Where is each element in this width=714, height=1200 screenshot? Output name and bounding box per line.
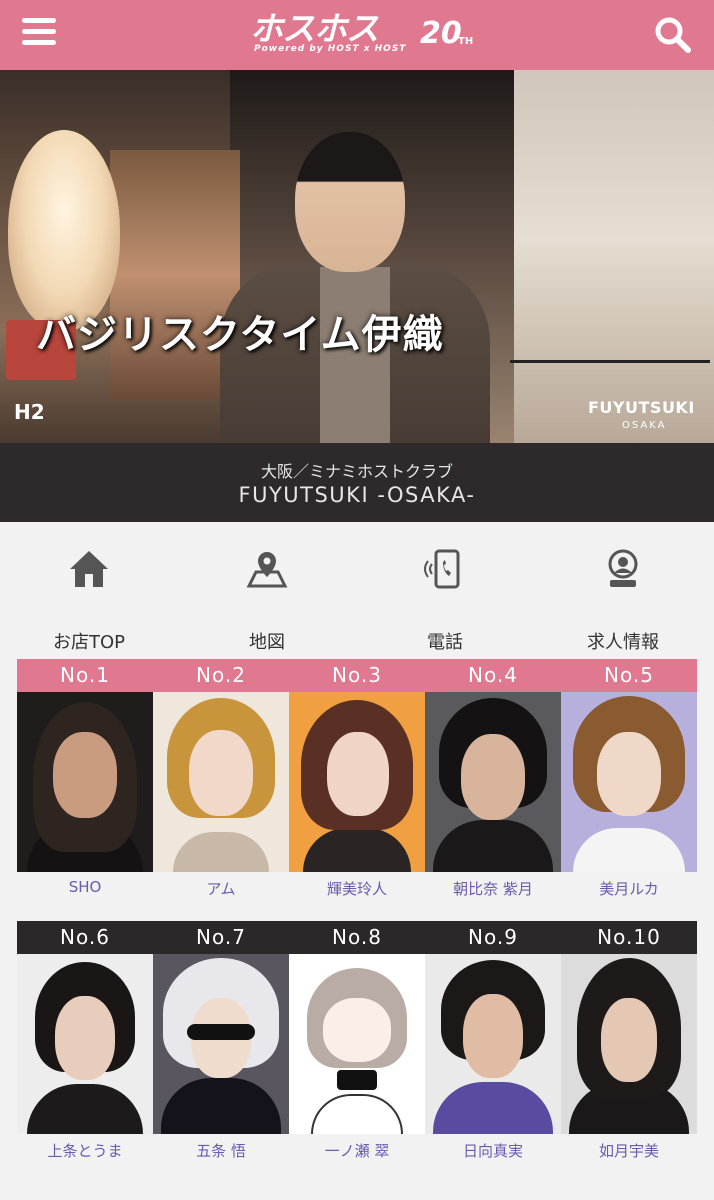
map-pin-icon	[246, 548, 288, 590]
hero-title: バジリスクタイム伊織	[36, 311, 444, 358]
host-name: 五条 悟	[196, 1142, 246, 1160]
logo-subtitle: Powered by HOST x HOST	[254, 44, 407, 54]
host-photo	[289, 692, 425, 872]
host-name: アム	[206, 880, 236, 898]
rank-number: No.6	[17, 921, 153, 954]
hero-brand-logo: FUYUTSUKI	[588, 398, 695, 417]
hero-corner-mark: H2	[14, 400, 45, 424]
rank-number: No.1	[17, 659, 153, 692]
ranking-card[interactable]: No.8 一ノ瀬 翠	[289, 921, 425, 1171]
nav-recruit[interactable]: 求人情報	[534, 544, 712, 653]
search-icon[interactable]	[652, 14, 694, 56]
logo-text: ホスホス	[250, 9, 379, 48]
ranking-card[interactable]: No.5 美月ルカ	[561, 659, 697, 909]
shop-nav: お店TOP 地図 電話 求人情報	[0, 522, 714, 653]
host-name: 輝美玲人	[326, 880, 387, 898]
rank-number: No.3	[289, 659, 425, 692]
host-photo	[17, 954, 153, 1134]
nav-shop-top[interactable]: お店TOP	[0, 544, 178, 653]
hero-host-photo	[220, 132, 490, 443]
ranking-card[interactable]: No.2 アム	[153, 659, 289, 909]
host-name: 一ノ瀬 翠	[324, 1142, 390, 1160]
host-name: 如月宇美	[598, 1142, 659, 1160]
shop-area: 大阪／ミナミホストクラブ	[260, 462, 453, 481]
host-name: 日向真実	[462, 1142, 523, 1160]
nav-phone[interactable]: 電話	[356, 544, 534, 653]
rank-number: No.7	[153, 921, 289, 954]
ranking-card[interactable]: No.1 SHO	[17, 659, 153, 909]
rank-number: No.9	[425, 921, 561, 954]
host-photo	[153, 692, 289, 872]
host-photo	[153, 954, 289, 1134]
hero-brand-sub: OSAKA	[622, 420, 667, 431]
hero-banner[interactable]: バジリスクタイム伊織 H2 FUYUTSUKI OSAKA	[0, 70, 714, 443]
nav-recruit-label: 求人情報	[587, 632, 659, 653]
logo-anniversary: 20	[420, 16, 462, 51]
ranking-card[interactable]: No.4 朝比奈 紫月	[425, 659, 561, 909]
phone-icon	[424, 548, 466, 590]
hero-bicycle	[510, 360, 710, 430]
host-name: 朝比奈 紫月	[453, 880, 533, 898]
host-photo	[561, 954, 697, 1134]
rank-number: No.4	[425, 659, 561, 692]
hamburger-menu-icon[interactable]	[22, 18, 60, 52]
rank-number: No.5	[561, 659, 697, 692]
nav-map[interactable]: 地図	[178, 544, 356, 653]
recruit-icon	[602, 548, 644, 590]
shop-info-bar: 大阪／ミナミホストクラブ FUYUTSUKI -OSAKA-	[0, 443, 714, 522]
rank-number: No.2	[153, 659, 289, 692]
nav-shop-top-label: お店TOP	[52, 632, 126, 653]
host-photo	[425, 954, 561, 1134]
hero-lantern	[8, 130, 120, 330]
site-logo[interactable]: ホスホス 20 TH Powered by HOST x HOST	[250, 10, 480, 60]
shop-name: FUYUTSUKI -OSAKA-	[238, 483, 476, 507]
ranking-card[interactable]: No.6 上条とうま	[17, 921, 153, 1171]
ranking-card[interactable]: No.7 五条 悟	[153, 921, 289, 1171]
rank-number: No.8	[289, 921, 425, 954]
host-name: 美月ルカ	[599, 880, 659, 898]
nav-phone-label: 電話	[427, 632, 463, 653]
host-photo	[289, 954, 425, 1134]
host-photo	[425, 692, 561, 872]
app-header: ホスホス 20 TH Powered by HOST x HOST	[0, 0, 714, 70]
host-name: SHO	[68, 878, 102, 896]
logo-anniversary-suffix: TH	[458, 36, 474, 47]
ranking-card[interactable]: No.3 輝美玲人	[289, 659, 425, 909]
ranking-card[interactable]: No.10 如月宇美	[561, 921, 697, 1171]
ranking-card[interactable]: No.9 日向真実	[425, 921, 561, 1171]
host-photo	[17, 692, 153, 872]
rank-number: No.10	[561, 921, 697, 954]
home-icon	[68, 548, 110, 590]
nav-map-label: 地図	[249, 632, 285, 653]
host-photo	[561, 692, 697, 872]
host-name: 上条とうま	[47, 1142, 123, 1160]
